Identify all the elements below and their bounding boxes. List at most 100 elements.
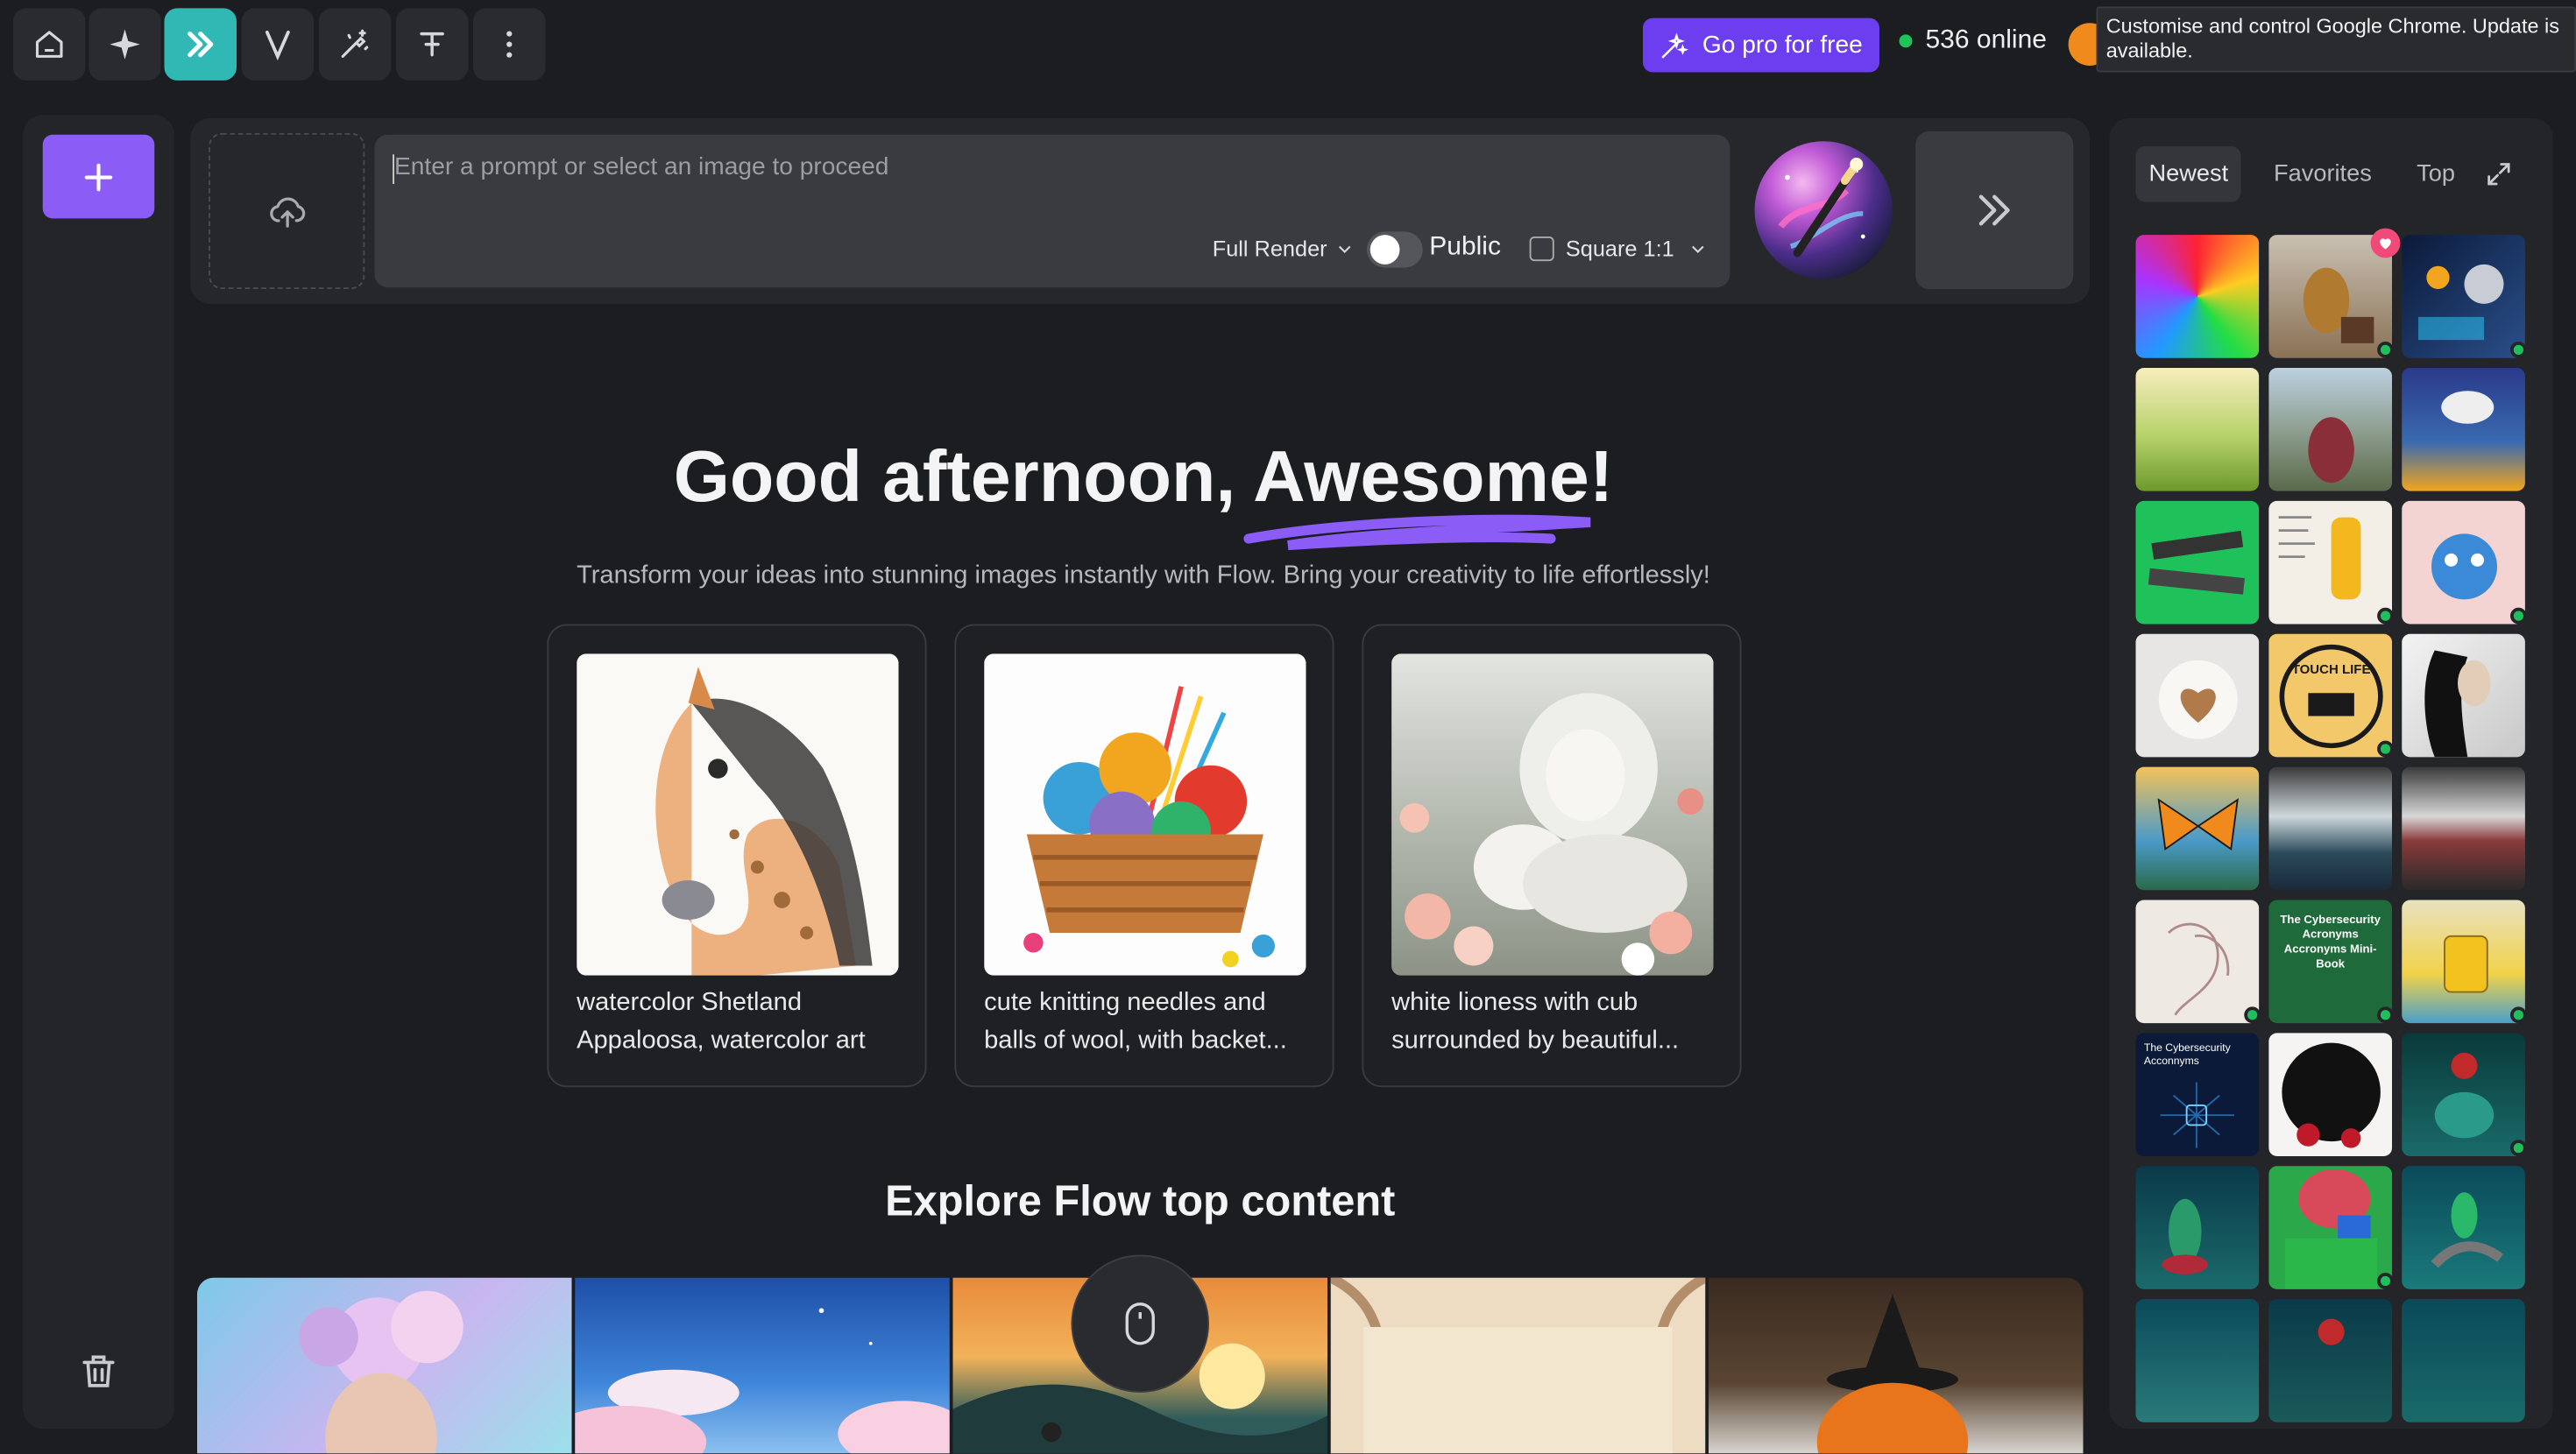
upload-image-button[interactable]: [209, 132, 365, 289]
gallery-thumb[interactable]: [2402, 235, 2525, 358]
book-title: The Cybersecurity Acronyms Accronyms Min…: [2280, 914, 2381, 971]
gallery-thumb[interactable]: [2402, 1299, 2525, 1422]
status-dot: [2510, 1140, 2527, 1156]
gallery-thumb[interactable]: [2402, 633, 2525, 758]
top-content-image[interactable]: [1709, 1277, 2084, 1454]
magic-wand-icon: [1778, 158, 1865, 258]
gallery-thumb[interactable]: [2268, 766, 2392, 891]
suggestion-image-knitting: [984, 653, 1306, 976]
v-logo-icon[interactable]: [241, 8, 315, 81]
sparkle-wand-icon: [1662, 32, 1689, 58]
gallery-thumb[interactable]: [2402, 1033, 2525, 1156]
toggle-knob: [1369, 235, 1400, 265]
caption-line: watercolor Shetland: [577, 988, 802, 1017]
go-pro-button[interactable]: Go pro for free: [1643, 18, 1879, 73]
gallery-thumb-book[interactable]: The Cybersecurity Acronyms Accronyms Min…: [2268, 900, 2392, 1024]
expand-icon[interactable]: [2484, 159, 2514, 189]
gallery-thumb[interactable]: [2135, 368, 2260, 491]
sparkle-icon[interactable]: [88, 8, 161, 81]
new-project-button[interactable]: [42, 134, 155, 219]
gallery-thumb[interactable]: [2402, 1166, 2525, 1289]
public-label: Public: [1429, 233, 1501, 262]
tab-top[interactable]: Top: [2403, 146, 2468, 202]
public-toggle[interactable]: [1367, 231, 1423, 268]
gallery-thumb[interactable]: [2135, 1299, 2260, 1422]
greeting-heading: Good afternoon, Awesome!: [0, 437, 2287, 519]
suggestion-card[interactable]: watercolor Shetland Appaloosa, watercolo…: [547, 624, 927, 1088]
online-text: 536 online: [1925, 26, 2047, 54]
caption-line: cute knitting needles and: [984, 988, 1266, 1017]
gallery-thumb[interactable]: TOUCH LIFE: [2268, 633, 2392, 758]
status-dot: [2377, 342, 2394, 358]
favorite-heart-icon[interactable]: [2370, 228, 2401, 258]
gallery-thumb[interactable]: [2135, 1166, 2260, 1289]
suggestion-card[interactable]: cute knitting needles and balls of wool,…: [954, 624, 1334, 1088]
gallery-thumb[interactable]: [2402, 368, 2525, 491]
mouse-icon: [1125, 1302, 1155, 1345]
trash-icon[interactable]: [77, 1350, 120, 1393]
scroll-down-button[interactable]: [1071, 1254, 1209, 1393]
magic-wand-enhance-button[interactable]: [1754, 141, 1893, 279]
gallery-thumb[interactable]: [2135, 500, 2260, 625]
gallery-thumb[interactable]: [2268, 235, 2392, 358]
caption-line: Appaloosa, watercolor art: [577, 1025, 866, 1054]
status-dot: [2510, 607, 2527, 625]
gallery-thumb[interactable]: [2268, 1033, 2392, 1156]
status-dot: [2377, 1273, 2394, 1289]
suggestion-caption: watercolor Shetland Appaloosa, watercolo…: [577, 985, 905, 1059]
prompt-input[interactable]: Enter a prompt or select an image to pro…: [374, 134, 1730, 288]
gallery-thumb-book[interactable]: The Cybersecurity Acconnyms: [2135, 1033, 2260, 1156]
gallery-thumb[interactable]: [2402, 766, 2525, 891]
generate-button[interactable]: [1915, 131, 2074, 289]
cloud-upload-icon: [269, 196, 305, 227]
aspect-label: Square 1:1: [1565, 236, 1674, 262]
gallery-thumb[interactable]: [2402, 500, 2525, 625]
suggestion-caption: white lioness with cub surrounded by bea…: [1391, 985, 1720, 1059]
top-content-image[interactable]: [575, 1277, 950, 1454]
status-dot: [2510, 342, 2527, 358]
magic-brush-icon[interactable]: [318, 8, 392, 81]
gallery-thumb[interactable]: [2268, 1299, 2392, 1422]
chevron-down-icon: [1692, 245, 1704, 253]
top-content-image[interactable]: [1330, 1277, 1706, 1454]
aspect-ratio-select[interactable]: Square 1:1: [1529, 236, 1708, 262]
tab-newest[interactable]: Newest: [2135, 145, 2242, 202]
chrome-update-tooltip: Customise and control Google Chrome. Upd…: [2096, 6, 2576, 73]
stamp-text: TOUCH LIFE: [2292, 662, 2371, 677]
chevron-down-icon: [1338, 245, 1351, 253]
subtitle: Transform your ideas into stunning image…: [577, 561, 1710, 590]
render-mode-select[interactable]: Full Render: [1213, 236, 1354, 261]
go-pro-label: Go pro for free: [1702, 31, 1863, 60]
plus-icon: [84, 162, 113, 191]
gallery-thumb[interactable]: [2135, 633, 2260, 758]
top-content-image[interactable]: [197, 1277, 572, 1454]
caption-line: balls of wool, with backet...: [984, 1025, 1287, 1054]
text-tool-icon[interactable]: [395, 8, 469, 81]
online-dot: [1899, 34, 1913, 48]
status-dot: [2244, 1006, 2261, 1024]
suggestion-image-horse: [577, 653, 899, 976]
status-dot: [2377, 1006, 2394, 1024]
gallery-thumb[interactable]: [2268, 1166, 2392, 1289]
gallery-thumb[interactable]: [2135, 766, 2260, 891]
prompt-bar: Enter a prompt or select an image to pro…: [190, 118, 2090, 304]
square-checkbox[interactable]: [1529, 236, 1554, 262]
double-chevron-icon[interactable]: [164, 8, 237, 81]
gallery-thumb[interactable]: [2268, 368, 2392, 491]
name-underline-scribble: [1243, 514, 1591, 551]
gallery-thumb[interactable]: [2268, 500, 2392, 625]
caption-line: white lioness with cub: [1391, 988, 1638, 1017]
suggestion-caption: cute knitting needles and balls of wool,…: [984, 985, 1313, 1059]
status-dot: [2377, 740, 2394, 758]
home-icon[interactable]: [13, 8, 86, 81]
left-sidebar: [23, 115, 174, 1429]
gallery-thumb[interactable]: [2135, 235, 2260, 358]
suggestion-card[interactable]: white lioness with cub surrounded by bea…: [1362, 624, 1742, 1088]
prompt-placeholder: Enter a prompt or select an image to pro…: [394, 152, 889, 181]
gallery-thumb[interactable]: [2135, 900, 2260, 1024]
tab-favorites[interactable]: Favorites: [2261, 146, 2385, 202]
more-vertical-icon[interactable]: [473, 8, 546, 81]
book-title: The Cybersecurity Acconnyms: [2143, 1042, 2231, 1068]
online-count: 536 online: [1899, 26, 2047, 56]
gallery-thumb[interactable]: [2402, 900, 2525, 1024]
